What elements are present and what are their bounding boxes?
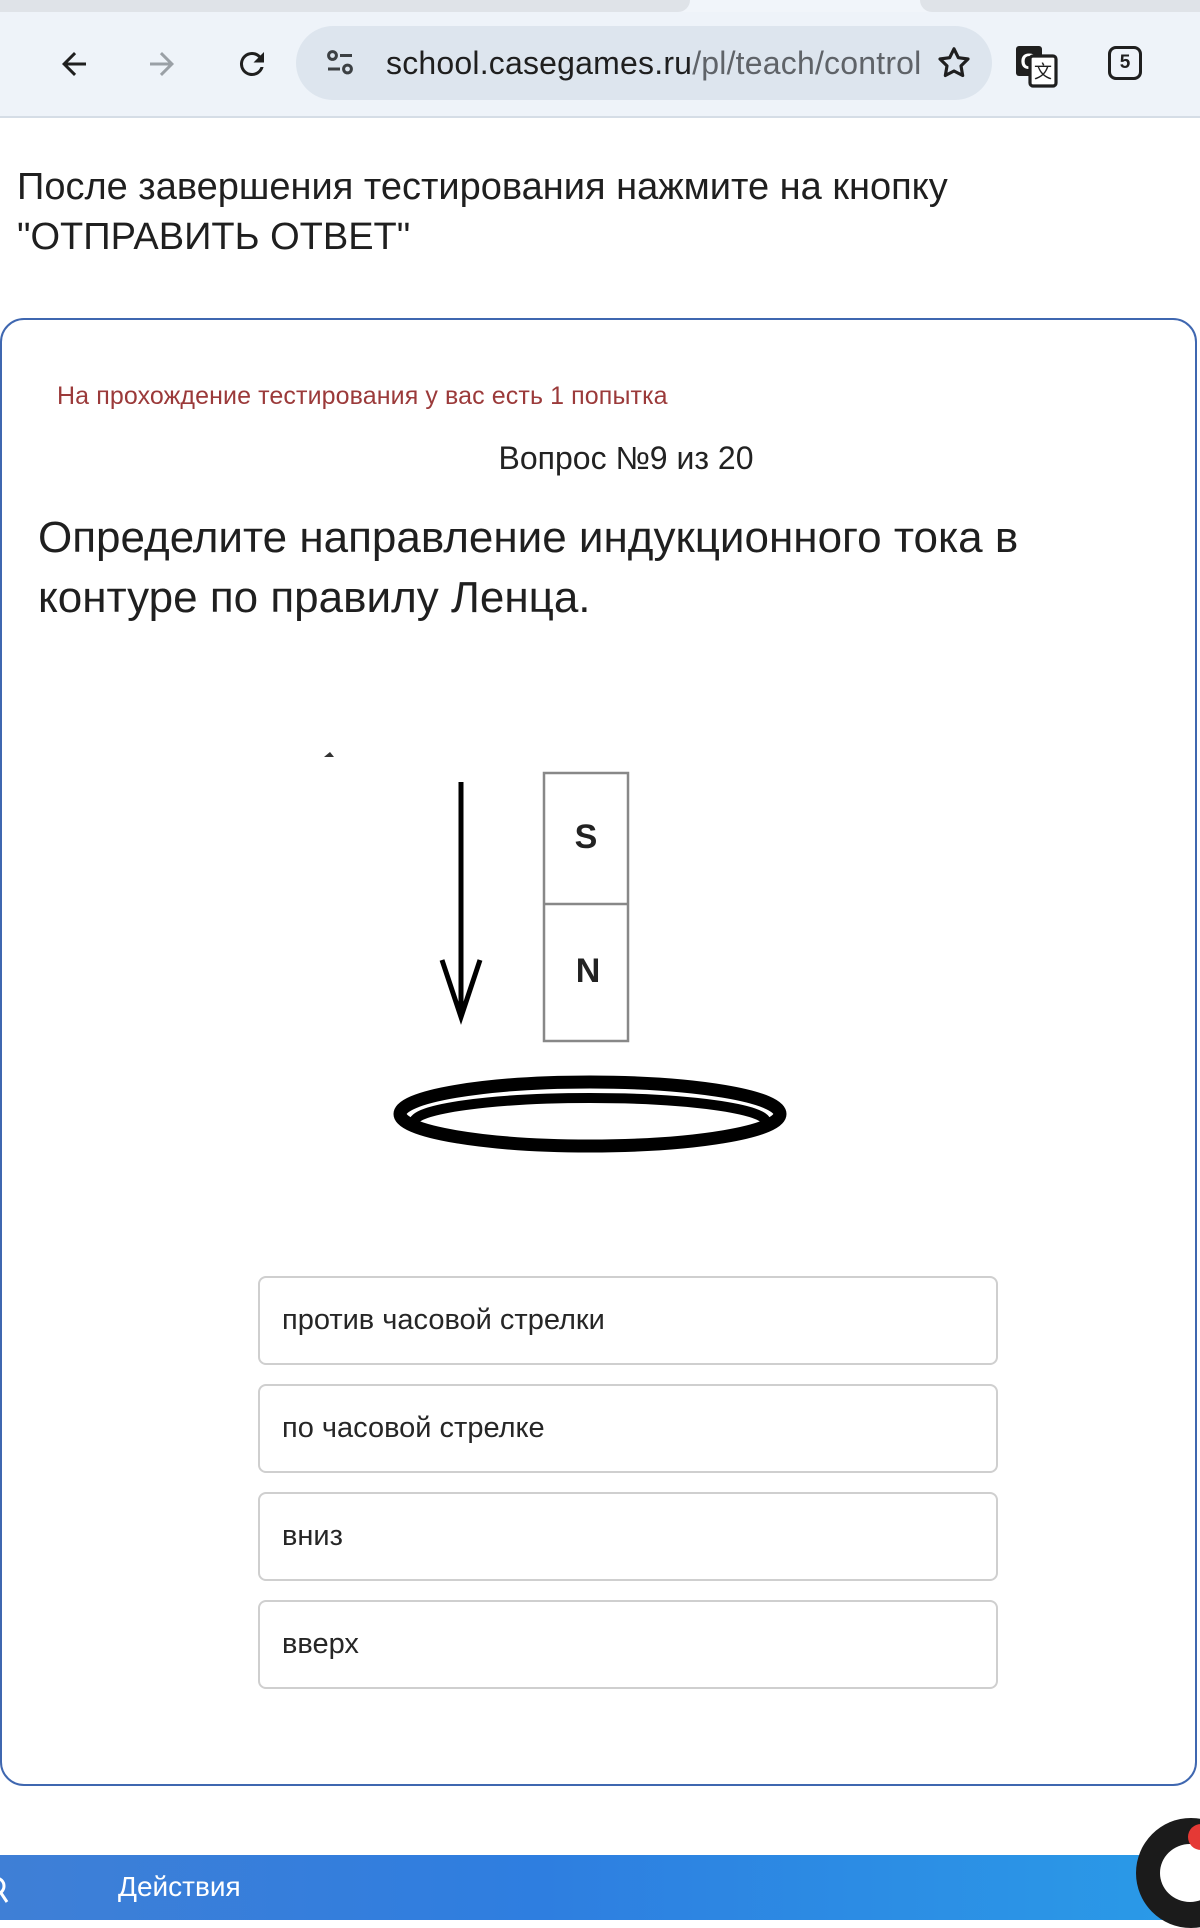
tab-switcher-button[interactable]: 5 [1108, 46, 1142, 80]
answer-option[interactable]: против часовой стрелки [258, 1276, 998, 1365]
translate-icon[interactable]: G 文 [1012, 42, 1060, 90]
tab-count: 5 [1119, 52, 1131, 73]
attempts-note: На прохождение тестирования у вас есть 1… [57, 382, 668, 410]
chat-bubble-icon [1160, 1844, 1200, 1902]
page-instruction: После завершения тестирования нажмите на… [17, 166, 948, 258]
tab[interactable] [920, 0, 1200, 12]
address-bar[interactable]: school.casegames.ru/pl/teach/control [296, 26, 992, 100]
magnet-pole-n: N [576, 952, 601, 990]
url-path: /pl/teach/control [692, 45, 922, 81]
answer-option-label: вниз [282, 1520, 343, 1552]
answer-option[interactable]: по часовой стрелке [258, 1384, 998, 1473]
answer-options: против часовой стрелки по часовой стрелк… [258, 1276, 998, 1708]
arrow-right-icon [150, 52, 174, 76]
tab[interactable] [0, 0, 690, 12]
answer-option[interactable]: вниз [258, 1492, 998, 1581]
reload-button[interactable] [226, 38, 278, 90]
answer-option[interactable]: вверх [258, 1600, 998, 1689]
question-text: Определите направление индукционного ток… [38, 513, 1019, 622]
answer-option-label: вверх [282, 1628, 359, 1660]
question-number: Вопрос №9 из 20 [498, 440, 754, 476]
forward-button[interactable] [136, 38, 188, 90]
magnet-pole-s: S [575, 818, 598, 856]
star-icon[interactable] [934, 43, 974, 83]
figure-speck [324, 752, 334, 757]
back-button[interactable] [48, 38, 100, 90]
svg-text:文: 文 [1034, 62, 1052, 83]
actions-bar[interactable]: Действия [0, 1855, 1200, 1920]
answer-option-label: против часовой стрелки [282, 1304, 605, 1336]
tab-strip [0, 0, 1200, 12]
answer-option-label: по часовой стрелке [282, 1412, 545, 1444]
reload-icon [239, 51, 264, 76]
tune-icon[interactable] [322, 45, 358, 81]
search-icon[interactable] [0, 1875, 10, 1905]
conducting-loop-shade [409, 1093, 771, 1151]
browser-toolbar: school.casegames.ru/pl/teach/control G 文… [0, 12, 1200, 118]
arrow-left-icon [62, 52, 86, 76]
url-host: school.casegames.ru [386, 45, 693, 81]
question-figure: S N [324, 752, 787, 1153]
magnet-body [542, 771, 630, 1043]
url-text[interactable]: school.casegames.ru/pl/teach/control [386, 43, 922, 83]
actions-label: Действия [118, 1871, 241, 1902]
